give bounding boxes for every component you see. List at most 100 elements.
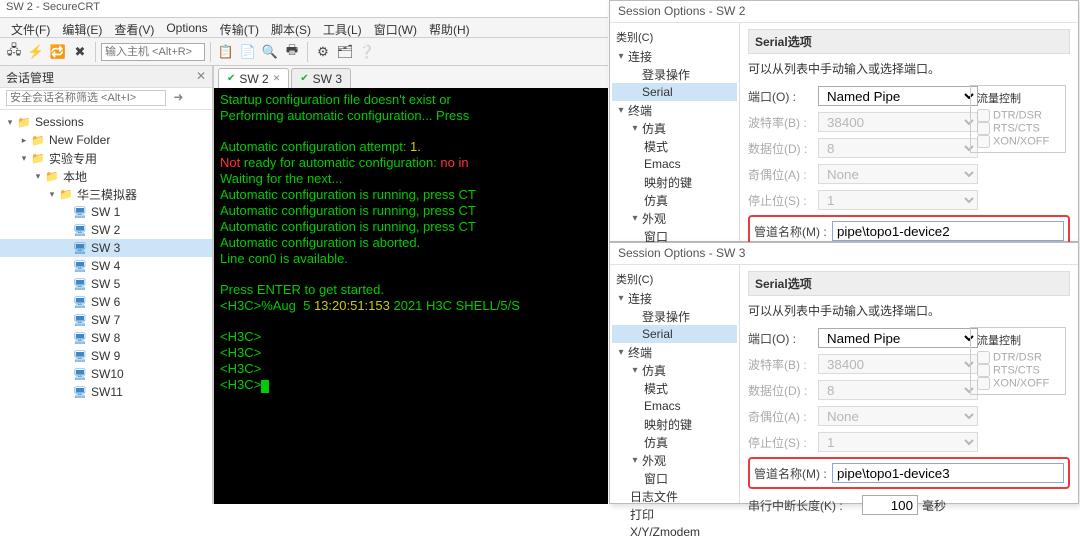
parity-select: None [818,406,978,426]
chevron-down-icon[interactable]: ▾ [32,171,44,182]
options-desc: 可以从列表中手动输入或选择端口。 [748,60,1070,77]
baud-select: 38400 [818,354,978,374]
break-length-input[interactable] [862,495,918,515]
cat-terminal[interactable]: ▾终端 [612,101,737,119]
menu-file[interactable]: 文件(F) [6,20,55,35]
tree-session-sw2[interactable]: 🖥SW 2 [0,221,212,239]
baud-label: 波特率(B) : [748,114,818,131]
tab-sw3[interactable]: ✔SW 3 [291,68,351,88]
menu-edit[interactable]: 编辑(E) [57,20,107,35]
chevron-down-icon[interactable]: ▾ [18,153,30,164]
tool-quickconnect-icon[interactable]: ⚡ [26,42,46,62]
tool-print-icon[interactable]: 🖶 [282,42,302,62]
tree-session-sw4[interactable]: 🖥SW 4 [0,257,212,275]
chevron-down-icon[interactable]: ▾ [46,189,58,200]
tool-help-icon[interactable]: ❔ [357,42,377,62]
options-heading: Serial选项 [748,29,1070,54]
cat-emu2[interactable]: 仿真 [612,191,737,209]
menu-view[interactable]: 查看(V) [109,20,159,35]
cat-emacs[interactable]: Emacs [612,397,737,415]
port-select[interactable]: Named Pipe [818,86,978,106]
tree-newfolder[interactable]: ▸📁New Folder [0,131,212,149]
tree-session-sw6[interactable]: 🖥SW 6 [0,293,212,311]
tab-bar: ✔SW 2✕ ✔SW 3 [214,66,608,88]
cat-xyz[interactable]: X/Y/Zmodem [612,523,737,541]
cat-window[interactable]: 窗口 [612,469,737,487]
cat-terminal[interactable]: ▾终端 [612,343,737,361]
chevron-right-icon[interactable]: ▸ [18,135,30,146]
cat-connect[interactable]: ▾连接 [612,47,737,65]
cat-mapkeys[interactable]: 映射的键 [612,173,737,191]
host-input[interactable] [101,43,205,61]
tool-paste-icon[interactable]: 📄 [238,42,258,62]
menu-tools[interactable]: 工具(L) [318,20,367,35]
terminal[interactable]: Startup configuration file doesn't exist… [214,88,608,504]
databits-select: 8 [818,138,978,158]
cat-logon[interactable]: 登录操作 [612,307,737,325]
cat-mapkeys[interactable]: 映射的键 [612,415,737,433]
arrow-icon[interactable]: ➜ [173,90,183,104]
cat-emulation[interactable]: ▾仿真 [612,361,737,379]
menu-transfer[interactable]: 传输(T) [215,20,264,35]
tree-session-sw3[interactable]: 🖥SW 3 [0,239,212,257]
category-tree[interactable]: ▾连接 登录操作 Serial ▾终端 ▾仿真 模式 Emacs 映射的键 仿真… [612,289,737,541]
tool-disconnect-icon[interactable]: ✖ [70,42,90,62]
chevron-down-icon[interactable]: ▾ [4,117,16,128]
session-icon: 🖥 [72,223,88,237]
menu-script[interactable]: 脚本(S) [266,20,316,35]
tool-copy-icon[interactable]: 📋 [216,42,236,62]
category-panel: 类别(C) ▾连接 登录操作 Serial ▾终端 ▾仿真 模式 Emacs 映… [610,265,740,503]
close-icon[interactable]: ✕ [196,69,206,84]
cat-emacs[interactable]: Emacs [612,155,737,173]
dialog-title: Session Options - SW 3 [610,243,1078,265]
pipe-name-input[interactable] [832,221,1064,241]
tree-session-sw5[interactable]: 🖥SW 5 [0,275,212,293]
tree-session-sw11[interactable]: 🖥SW11 [0,383,212,401]
tree-local[interactable]: ▾📁本地 [0,167,212,185]
tool-reconnect-icon[interactable]: 🔁 [48,42,68,62]
pipe-name-input[interactable] [832,463,1064,483]
options-panel: Serial选项 可以从列表中手动输入或选择端口。 端口(O) :Named P… [740,265,1078,503]
close-tab-icon[interactable]: ✕ [273,73,281,84]
tree-experiment[interactable]: ▾📁实验专用 [0,149,212,167]
cat-mode[interactable]: 模式 [612,137,737,155]
session-options-dialog-sw2: Session Options - SW 2 类别(C) ▾连接 登录操作 Se… [609,0,1079,242]
toolbar: 🖧 ⚡ 🔁 ✖ 📋 📄 🔍 🖶 ⚙ 🗂 ❔ [0,38,608,66]
cat-appearance[interactable]: ▾外观 [612,451,737,469]
tree-session-sw9[interactable]: 🖥SW 9 [0,347,212,365]
cat-print[interactable]: 打印 [612,505,737,523]
menu-window[interactable]: 窗口(W) [369,20,422,35]
tree-simulator[interactable]: ▾📁华三模拟器 [0,185,212,203]
tool-find-icon[interactable]: 🔍 [260,42,280,62]
session-tree[interactable]: ▾📁Sessions ▸📁New Folder ▾📁实验专用 ▾📁本地 ▾📁华三… [0,110,212,504]
terminal-area: ✔SW 2✕ ✔SW 3 Startup configuration file … [213,66,608,504]
rts-checkbox: RTS/CTS [977,364,1059,377]
tool-session-icon[interactable]: 🗂 [335,42,355,62]
tool-props-icon[interactable]: ⚙ [313,42,333,62]
tree-sessions[interactable]: ▾📁Sessions [0,113,212,131]
tree-session-sw1[interactable]: 🖥SW 1 [0,203,212,221]
session-filter-input[interactable] [6,90,166,106]
window-title: SW 2 - SecureCRT [0,0,608,18]
cat-emulation[interactable]: ▾仿真 [612,119,737,137]
tree-session-sw8[interactable]: 🖥SW 8 [0,329,212,347]
cat-serial[interactable]: Serial [612,83,737,101]
folder-icon: 📁 [16,115,32,129]
tool-connect-icon[interactable]: 🖧 [4,42,24,62]
options-panel: Serial选项 可以从列表中手动输入或选择端口。 端口(O) :Named P… [740,23,1078,241]
stopbits-select: 1 [818,190,978,210]
cat-serial[interactable]: Serial [612,325,737,343]
cat-connect[interactable]: ▾连接 [612,289,737,307]
tree-session-sw7[interactable]: 🖥SW 7 [0,311,212,329]
cat-logon[interactable]: 登录操作 [612,65,737,83]
session-icon: 🖥 [72,295,88,309]
tree-session-sw10[interactable]: 🖥SW10 [0,365,212,383]
menu-help[interactable]: 帮助(H) [424,20,475,35]
cat-mode[interactable]: 模式 [612,379,737,397]
menu-options[interactable]: Options [161,20,212,35]
cat-logfile[interactable]: 日志文件 [612,487,737,505]
tab-sw2[interactable]: ✔SW 2✕ [218,68,289,88]
cat-appearance[interactable]: ▾外观 [612,209,737,227]
port-select[interactable]: Named Pipe [818,328,978,348]
cat-emu2[interactable]: 仿真 [612,433,737,451]
